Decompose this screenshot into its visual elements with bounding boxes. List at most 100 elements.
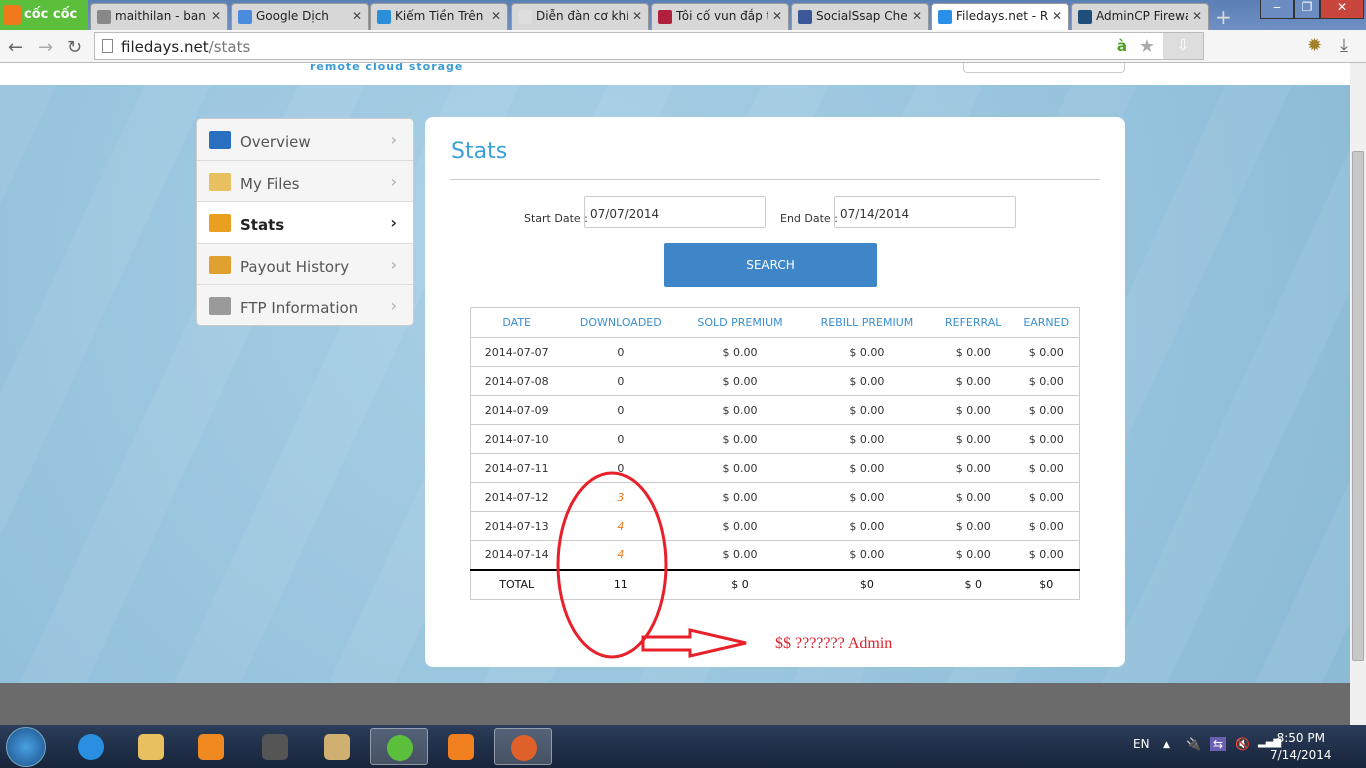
sidebar-item-overview[interactable]: Overview › xyxy=(197,119,413,161)
extension-icon[interactable]: ✹ xyxy=(1307,35,1322,56)
back-button[interactable]: ← xyxy=(8,37,23,58)
close-tab-icon[interactable]: ✕ xyxy=(486,9,501,23)
close-tab-icon[interactable]: ✕ xyxy=(627,9,642,23)
site-header: remote cloud storage xyxy=(0,63,1350,85)
table-cell: $ 0.00 xyxy=(933,540,1014,570)
coccoc-taskbar-button[interactable] xyxy=(370,728,428,765)
media-taskbar-button[interactable] xyxy=(182,728,240,765)
end-date-input[interactable]: 07/14/2014 xyxy=(834,196,1016,228)
start-date-input[interactable]: 07/07/2014 xyxy=(584,196,766,228)
search-button[interactable]: SEARCH xyxy=(664,243,877,287)
download-page-icon[interactable]: ⇩ xyxy=(1163,33,1203,59)
sidebar-item-label: My Files xyxy=(240,174,300,193)
tab-label: Diễn đàn cơ khí, xyxy=(536,9,634,23)
maximize-button[interactable]: ❐ xyxy=(1294,0,1320,19)
server-icon xyxy=(209,297,231,316)
outlook-taskbar-button[interactable] xyxy=(432,728,490,765)
explorer-taskbar-button[interactable] xyxy=(122,728,180,765)
total-cell: 11 xyxy=(562,568,680,600)
table-row: 2014-07-10 0 $ 0.00 $ 0.00 $ 0.00 $ 0.00 xyxy=(470,424,1080,454)
network-sync-icon[interactable]: ⇆ xyxy=(1210,737,1227,751)
table-cell: $ 0.00 xyxy=(800,482,933,512)
table-cell: $ 0.00 xyxy=(933,366,1014,396)
table-cell: 3 xyxy=(562,482,680,512)
monitor-icon xyxy=(209,131,231,149)
new-tab-button[interactable]: + xyxy=(1215,5,1232,29)
table-cell: $ 0.00 xyxy=(933,482,1014,512)
total-cell: $0 xyxy=(800,568,933,600)
close-tab-icon[interactable]: ✕ xyxy=(1187,9,1202,23)
sidebar-item-payout-history[interactable]: Payout History › xyxy=(197,243,413,286)
sidebar-item-label: Payout History xyxy=(240,257,350,276)
power-icon[interactable]: 🔌 xyxy=(1186,737,1201,751)
favicon-icon xyxy=(938,10,952,24)
close-tab-icon[interactable]: ✕ xyxy=(907,9,922,23)
start-button[interactable] xyxy=(6,727,46,767)
close-tab-icon[interactable]: ✕ xyxy=(347,9,362,23)
firefox-taskbar-button[interactable] xyxy=(494,728,552,765)
table-cell: 0 xyxy=(562,395,680,425)
favicon-icon xyxy=(97,10,111,24)
browser-tab[interactable]: Google Dịch ✕ xyxy=(231,3,369,30)
close-tab-icon[interactable]: ✕ xyxy=(1047,9,1062,23)
volume-muted-icon[interactable]: 🔇 xyxy=(1235,737,1250,751)
table-row: 2014-07-14 4 $ 0.00 $ 0.00 $ 0.00 $ 0.00 xyxy=(470,540,1080,570)
close-window-button[interactable]: ✕ xyxy=(1320,0,1364,19)
close-tab-icon[interactable]: ✕ xyxy=(206,9,221,23)
coccoc-logo-icon xyxy=(3,5,21,25)
typing-icon[interactable]: à xyxy=(1117,37,1127,55)
tab-label: Google Dịch xyxy=(256,9,329,23)
table-cell: $ 0.00 xyxy=(800,337,933,367)
browser-tab[interactable]: Kiếm Tiền Trên I ✕ xyxy=(370,3,508,30)
show-hidden-icons-icon[interactable]: ▲ xyxy=(1163,740,1170,750)
ie-taskbar-button[interactable] xyxy=(62,728,120,765)
browser-tab[interactable]: maithilan - bank ✕ xyxy=(90,3,228,30)
table-cell: 0 xyxy=(562,337,680,367)
browser-tab[interactable]: Diễn đàn cơ khí, ✕ xyxy=(511,3,649,30)
table-cell: $ 0.00 xyxy=(679,511,801,541)
folder-icon xyxy=(209,172,231,191)
sidebar-item-ftp-information[interactable]: FTP Information › xyxy=(197,285,413,325)
tab-label: AdminCP Firewa xyxy=(1096,9,1193,23)
favicon-icon xyxy=(1078,10,1092,24)
sidebar-item-my-files[interactable]: My Files › xyxy=(197,160,413,203)
table-cell: $ 0.00 xyxy=(1013,424,1080,454)
reload-button[interactable]: ↻ xyxy=(67,37,82,58)
close-tab-icon[interactable]: ✕ xyxy=(767,9,782,23)
minimize-button[interactable]: ‒ xyxy=(1260,0,1294,19)
table-cell: $ 0.00 xyxy=(1013,366,1080,396)
table-cell: 2014-07-08 xyxy=(470,366,563,396)
column-header: SOLD PREMIUM xyxy=(679,307,801,338)
table-cell: $ 0.00 xyxy=(933,395,1014,425)
table-row: 2014-07-09 0 $ 0.00 $ 0.00 $ 0.00 $ 0.00 xyxy=(470,395,1080,425)
scrollbar[interactable] xyxy=(1350,63,1366,725)
column-header: EARNED xyxy=(1013,307,1080,338)
sidebar-item-label: FTP Information xyxy=(240,299,359,318)
table-cell: 2014-07-12 xyxy=(470,482,563,512)
total-cell: $ 0 xyxy=(933,568,1014,600)
browser-tab[interactable]: Tôi cố vun đắp t ✕ xyxy=(651,3,789,30)
table-cell: 2014-07-10 xyxy=(470,424,563,454)
address-bar[interactable]: filedays.net/stats à ★ ⇩ xyxy=(94,32,1204,60)
table-cell: $ 0.00 xyxy=(800,366,933,396)
app-taskbar-button[interactable] xyxy=(308,728,366,765)
language-indicator[interactable]: EN xyxy=(1133,737,1150,751)
table-cell: 4 xyxy=(562,511,680,541)
scanner-taskbar-button[interactable] xyxy=(246,728,304,765)
coccoc-menu-button[interactable]: cốc cốc xyxy=(0,0,88,30)
table-cell: $ 0.00 xyxy=(1013,482,1080,512)
bookmark-star-icon[interactable]: ★ xyxy=(1139,36,1155,57)
browser-tab[interactable]: Filedays.net - Re ✕ xyxy=(931,3,1069,31)
toolbar: ← → ↻ filedays.net/stats à ★ ⇩ ✹ ⤓ xyxy=(0,30,1366,63)
forward-button[interactable]: → xyxy=(38,37,53,58)
tab-label: Filedays.net - Re xyxy=(956,9,1056,23)
downloads-icon[interactable]: ⤓ xyxy=(1340,35,1348,56)
browser-tab[interactable]: SocialSsap Chea ✕ xyxy=(791,3,929,30)
clock[interactable]: 8:50 PM 7/14/2014 xyxy=(1270,730,1332,764)
sidebar-item-stats[interactable]: Stats › xyxy=(197,202,413,244)
scrollbar-thumb[interactable] xyxy=(1352,151,1364,661)
table-cell: $ 0.00 xyxy=(800,540,933,570)
browser-tab[interactable]: AdminCP Firewa ✕ xyxy=(1071,3,1209,30)
total-cell: TOTAL xyxy=(470,568,563,600)
tab-label: Kiếm Tiền Trên I xyxy=(395,9,491,23)
